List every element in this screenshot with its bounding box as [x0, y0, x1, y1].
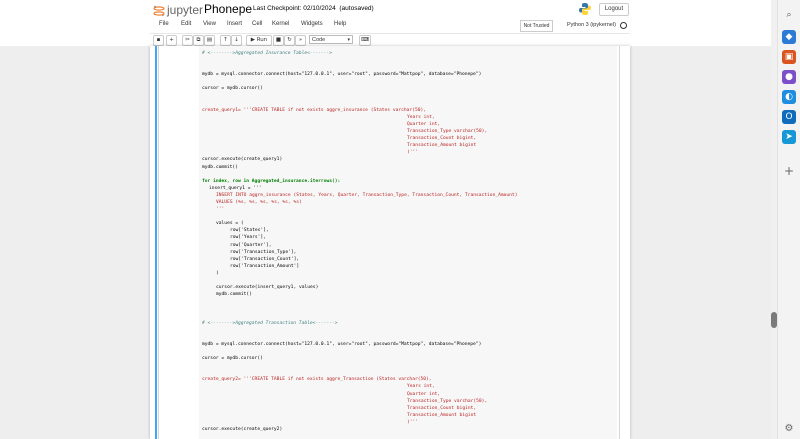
code-line: create_query2= '''CREATE TABLE if not ex… — [202, 377, 432, 383]
tag-icon[interactable]: ◆ — [782, 30, 796, 44]
copilot-icon[interactable]: ◐ — [782, 90, 796, 104]
cell-selected-indicator — [155, 46, 157, 439]
add-icon[interactable]: + — [782, 164, 796, 178]
checkpoint-text: Last Checkpoint: 02/10/2024 — [253, 5, 336, 12]
menu-bar: File Edit View Insert Cell Kernel Widget… — [150, 19, 630, 31]
kernel-indicator[interactable]: Python 3 (ipykernel) — [567, 22, 616, 28]
code-line: values = ( — [216, 221, 244, 227]
restart-icon[interactable]: ↻ — [284, 35, 295, 46]
menu-help[interactable]: Help — [334, 21, 346, 27]
code-line: mydb = mysql.connector.connect(host="127… — [202, 341, 482, 347]
code-line: row['Transaction_Count'], — [230, 256, 300, 262]
restart-run-all-icon[interactable]: » — [295, 35, 306, 46]
chevron-down-icon: ▾ — [347, 37, 350, 43]
code-line: row['Transaction_Type'], — [230, 249, 297, 255]
notebook-title[interactable]: Phonepe — [204, 2, 252, 16]
move-down-icon[interactable]: ↓ — [231, 35, 242, 46]
code-line: Years int, — [407, 384, 435, 390]
code-line: for index, row in Aggregated_insurance.i… — [202, 178, 341, 184]
code-line: row['States'], — [230, 228, 269, 234]
not-trusted-button[interactable]: Not Trusted — [520, 20, 553, 32]
code-line: mydb.commit() — [216, 292, 252, 298]
checkpoint-status: Last Checkpoint: 02/10/2024 (autosaved) — [253, 5, 374, 12]
code-line: INSERT INTO aggre_insurance (States, Yea… — [216, 192, 518, 198]
menu-view[interactable]: View — [203, 21, 216, 27]
code-line: Transaction_Amount bigint — [407, 143, 477, 149]
menu-kernel[interactable]: Kernel — [272, 21, 289, 27]
menu-cell[interactable]: Cell — [252, 21, 262, 27]
code-line: create_query1= '''CREATE TABLE if not ex… — [202, 107, 427, 113]
code-line: Transaction_Count bigint, — [407, 405, 477, 411]
code-line: ''' — [216, 207, 225, 213]
stop-icon[interactable]: ■ — [273, 35, 284, 46]
code-line: Years int, — [407, 114, 435, 120]
run-label: Run — [256, 37, 268, 43]
cut-icon[interactable]: ✂ — [182, 35, 193, 46]
code-line: )''' — [407, 150, 419, 156]
code-line: VALUES (%s, %s, %s, %s, %s, %s) — [216, 199, 302, 205]
code-line: Transaction_Type varchar(50), — [407, 129, 488, 135]
add-cell-icon[interactable]: + — [166, 35, 177, 46]
app-name: jupyter — [167, 3, 204, 17]
notebook-toolbar: ▪ + ✂ ⧉ ▤ ↑ ↓ ▶ Run ■ ↻ » Code ▾ ⌨ — [150, 33, 630, 46]
run-button[interactable]: ▶ Run — [246, 35, 272, 46]
code-line: row['Years'], — [230, 235, 266, 241]
code-line: mydb.commit() — [202, 164, 238, 170]
code-line: row['Transaction_Amount'] — [230, 263, 300, 269]
outlook-icon[interactable]: O — [782, 110, 796, 124]
menu-insert[interactable]: Insert — [227, 21, 242, 27]
autosave-text: (autosaved) — [339, 5, 374, 12]
briefcase-icon[interactable]: ▣ — [782, 50, 796, 64]
code-line: )''' — [407, 419, 419, 425]
comment-transaction: # <-------->Aggregated Transaction Table… — [202, 320, 338, 326]
cell-type-value: Code — [312, 37, 326, 43]
code-line: insert_query1 = ''' — [209, 185, 262, 191]
send-icon[interactable]: ➤ — [782, 130, 796, 144]
search-icon[interactable]: ⌕ — [782, 8, 796, 22]
menu-edit[interactable]: Edit — [181, 21, 191, 27]
menu-file[interactable]: File — [159, 21, 169, 27]
code-line: cursor.execute(insert_query1, values) — [216, 285, 319, 291]
code-line: mydb = mysql.connector.connect(host="127… — [202, 72, 482, 78]
settings-icon[interactable]: ⚙ — [782, 422, 796, 436]
kernel-idle-icon — [620, 22, 627, 29]
code-line: Quarter int, — [407, 391, 441, 397]
python-logo-icon — [579, 3, 591, 15]
code-line: cursor = mydb.cursor() — [202, 356, 263, 362]
code-line: ) — [216, 270, 219, 276]
code-line: cursor.execute(create_query1) — [202, 157, 283, 163]
command-palette-icon[interactable]: ⌨ — [359, 35, 371, 46]
logout-button[interactable]: Logout — [599, 3, 629, 16]
people-icon[interactable]: ● — [782, 70, 796, 84]
code-editor[interactable]: # <-------->Aggregated Insurance Table<-… — [202, 50, 517, 433]
code-line: cursor.execute(create_query2) — [202, 426, 283, 432]
notebook-header: jupyter Phonepe Last Checkpoint: 02/10/2… — [0, 0, 771, 46]
code-line: Transaction_Type varchar(50), — [407, 398, 488, 404]
save-icon[interactable]: ▪ — [153, 35, 164, 46]
comment-insurance: # <-------->Aggregated Insurance Table<-… — [202, 51, 332, 56]
code-line: Transaction_Amount bigint — [407, 412, 477, 418]
move-up-icon[interactable]: ↑ — [220, 35, 231, 46]
paste-icon[interactable]: ▤ — [204, 35, 215, 46]
cell-type-select[interactable]: Code ▾ — [309, 35, 353, 44]
run-icon: ▶ — [250, 37, 255, 43]
menu-widgets[interactable]: Widgets — [301, 21, 323, 27]
code-line: Quarter int, — [407, 121, 441, 127]
browser-sidebar: ⌕ ◆ ▣ ● ◐ O ➤ + ⚙ — [777, 0, 800, 439]
code-line: cursor = mydb.cursor() — [202, 86, 263, 92]
jupyter-logo-icon[interactable] — [153, 5, 165, 17]
code-line: row['Quarter'], — [230, 242, 272, 248]
copy-icon[interactable]: ⧉ — [193, 35, 204, 46]
code-line: Transaction_Count bigint, — [407, 136, 477, 142]
